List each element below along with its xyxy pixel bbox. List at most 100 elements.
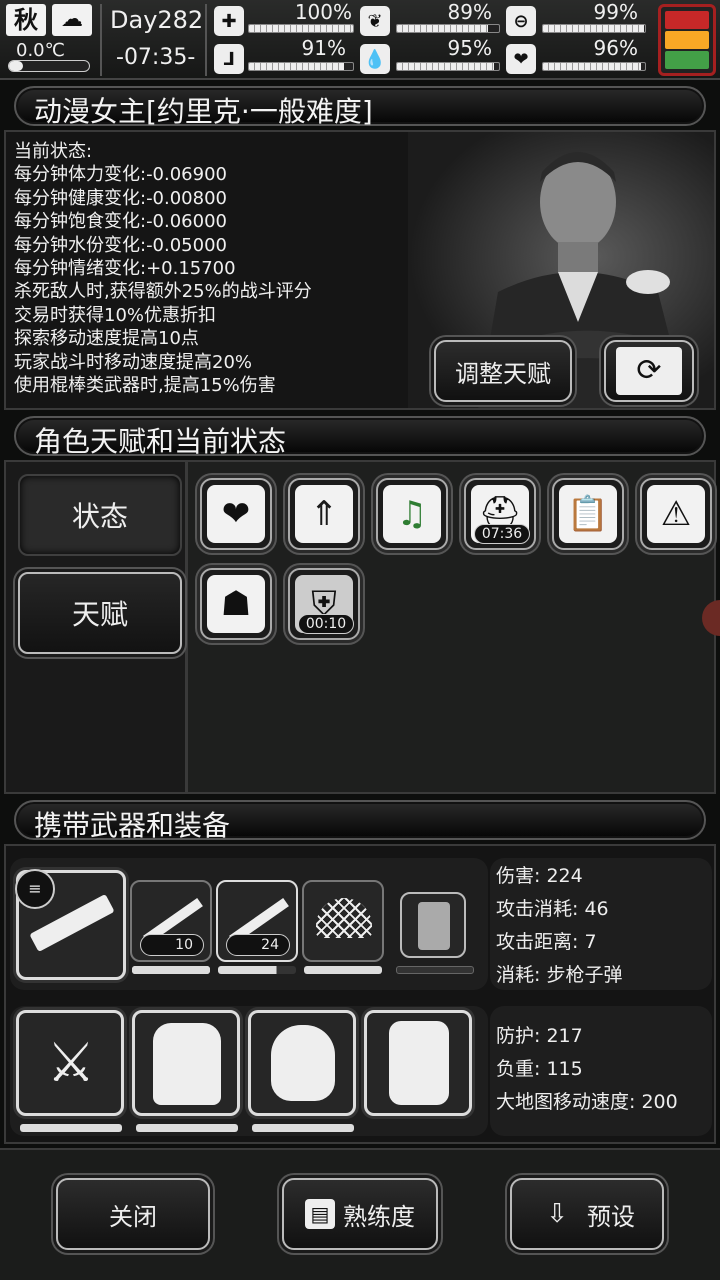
weapon-slot-primary[interactable]: ≡	[15, 869, 126, 980]
proficiency-button[interactable]: ▤ 熟练度	[282, 1178, 438, 1250]
hunger-bar-fill	[397, 25, 488, 32]
danger-level-indicator[interactable]	[658, 4, 716, 76]
talents-title: 角色天赋和当前状态	[34, 425, 287, 458]
status-icon-music-heart[interactable]: ♫	[376, 478, 448, 550]
stamina-bar-fill	[249, 63, 344, 70]
pill-icon: ⊖	[506, 6, 536, 36]
close-button[interactable]: 关闭	[56, 1178, 210, 1250]
game-clock: -07:35-	[116, 45, 196, 70]
weapon-durability	[218, 966, 296, 974]
stamina-bar	[248, 62, 354, 71]
equipment-panel: ≡ 10 24 伤害: 224 攻击消耗: 46 攻击距离: 7 消耗: 步枪子…	[4, 844, 716, 1144]
weapon-durability	[304, 966, 382, 974]
preset-button[interactable]: ⇩ 预设	[510, 1178, 664, 1250]
status-timer: 07:36	[474, 524, 530, 544]
status-icon-clipboard[interactable]: 📋	[552, 478, 624, 550]
medkit-icon: ✚	[214, 6, 244, 36]
water-drop-icon: 💧	[360, 44, 390, 74]
backpack-icon	[389, 1021, 449, 1105]
pill-bar-fill	[543, 25, 644, 32]
character-panel: 当前状态: 每分钟体力变化:-0.06900 每分钟健康变化:-0.00800 …	[4, 130, 716, 410]
ammo-type-icon: ≡	[15, 869, 55, 909]
armor-slot-head[interactable]	[248, 1010, 356, 1116]
heart-icon: ❤	[207, 485, 265, 543]
armor-slot-legs[interactable]: ⚔	[16, 1010, 124, 1116]
scroll-handle[interactable]	[702, 600, 720, 636]
adjust-talent-button[interactable]: 调整天赋	[434, 340, 572, 402]
heart-icon: ❤	[506, 44, 536, 74]
health-percent: 100%	[294, 0, 352, 24]
status-line: 杀死敌人时,获得额外25%的战斗评分	[14, 281, 312, 303]
weapon-consumption: 消耗: 步枪子弹	[496, 964, 623, 986]
map-move-speed: 大地图移动速度: 200	[496, 1091, 678, 1113]
talents-panel: 状态 天赋 ❤ ⇑ ♫ ⛑ 07:36 📋 ⚠ ☗ ⛨ 00:10	[4, 460, 720, 794]
mood-bar	[542, 62, 646, 71]
armor-slot-body[interactable]	[132, 1010, 240, 1116]
tab-talent[interactable]: 天赋	[18, 572, 182, 654]
status-line: 每分钟健康变化:-0.00800	[14, 187, 227, 209]
change-outfit-button[interactable]: ⟳	[604, 340, 694, 402]
equipment-banner: 携带武器和装备	[14, 800, 706, 842]
weapon-slot-4[interactable]	[302, 880, 384, 962]
status-line: 每分钟饱食变化:-0.06000	[14, 211, 227, 233]
status-icon-armor[interactable]: ⛨ 00:10	[288, 568, 360, 640]
boot-icon: ⅃	[214, 44, 244, 74]
weapon-range: 攻击距离: 7	[496, 931, 597, 953]
top-status-bar: 秋 ☁ 0.0℃ Day282 -07:35- ✚ 100% ❦ 89% ⊖ 9…	[0, 0, 720, 80]
armor-protection: 防护: 217	[496, 1025, 583, 1047]
temperature-text: 0.0℃	[16, 40, 65, 61]
water-percent: 95%	[447, 36, 492, 60]
status-line: 探索移动速度提高10点	[14, 328, 199, 350]
body-armor-icon	[153, 1023, 221, 1105]
armor-stats-box: 防护: 217 负重: 115 大地图移动速度: 200	[490, 1006, 712, 1136]
stomach-icon: ❦	[360, 6, 390, 36]
status-line: 每分钟水份变化:-0.05000	[14, 234, 227, 256]
pill-bar	[542, 24, 646, 33]
day-counter: Day282	[110, 6, 204, 34]
armor-slot-backpack[interactable]	[364, 1010, 472, 1116]
character-title-banner: 动漫女主[约里克·一般难度]	[14, 86, 706, 128]
health-bar-fill	[249, 25, 353, 32]
preset-icon: ⇩	[546, 1199, 568, 1229]
leg-guards-icon: ⚔	[46, 1031, 96, 1094]
status-icon-person[interactable]: ☗	[200, 568, 272, 640]
status-text-block: 当前状态: 每分钟体力变化:-0.06900 每分钟健康变化:-0.00800 …	[14, 140, 312, 397]
net-icon	[316, 898, 372, 938]
weapon-durability	[132, 966, 210, 974]
equipment-title: 携带武器和装备	[34, 809, 231, 842]
armor-durability	[20, 1124, 122, 1132]
armor-weight: 负重: 115	[496, 1058, 583, 1080]
stomach-boost-icon: ⇑	[295, 485, 353, 543]
mood-bar-fill	[543, 63, 641, 70]
weapon-count: 24	[226, 934, 290, 956]
pill-percent: 99%	[593, 0, 638, 24]
health-bar	[248, 24, 354, 33]
status-line: 玩家战斗时移动速度提高20%	[14, 351, 253, 373]
status-icon-alarm[interactable]: ⚠	[640, 478, 712, 550]
proficiency-label: 熟练度	[343, 1202, 415, 1231]
status-timer: 00:10	[298, 614, 354, 634]
stamina-percent: 91%	[301, 36, 346, 60]
shield-slot[interactable]	[400, 892, 466, 958]
status-icon-heart[interactable]: ❤	[200, 478, 272, 550]
status-line: 每分钟体力变化:-0.06900	[14, 164, 227, 186]
outfit-swap-icon: ⟳	[616, 347, 682, 395]
status-line: 每分钟情绪变化:+0.15700	[14, 258, 236, 280]
talents-banner: 角色天赋和当前状态	[14, 416, 706, 458]
alarm-light-icon: ⚠	[647, 485, 705, 543]
hunger-bar	[396, 24, 500, 33]
season-badge: 秋	[6, 4, 46, 36]
riot-shield-icon	[418, 902, 450, 950]
hunger-percent: 89%	[447, 0, 492, 24]
water-bar	[396, 62, 500, 71]
clipboard-bandage-icon: 📋	[559, 485, 617, 543]
weapon-slot-2[interactable]: 10	[130, 880, 212, 962]
armor-durability	[136, 1124, 238, 1132]
status-icon-stomach[interactable]: ⇑	[288, 478, 360, 550]
weapon-damage: 伤害: 224	[496, 865, 583, 887]
tab-status[interactable]: 状态	[18, 474, 182, 556]
weapon-stats-box: 伤害: 224 攻击消耗: 46 攻击距离: 7 消耗: 步枪子弹	[490, 858, 712, 990]
weapon-slot-3[interactable]: 24	[216, 880, 298, 962]
status-icon-helmet[interactable]: ⛑ 07:36	[464, 478, 536, 550]
weapon-attack-cost: 攻击消耗: 46	[496, 898, 609, 920]
